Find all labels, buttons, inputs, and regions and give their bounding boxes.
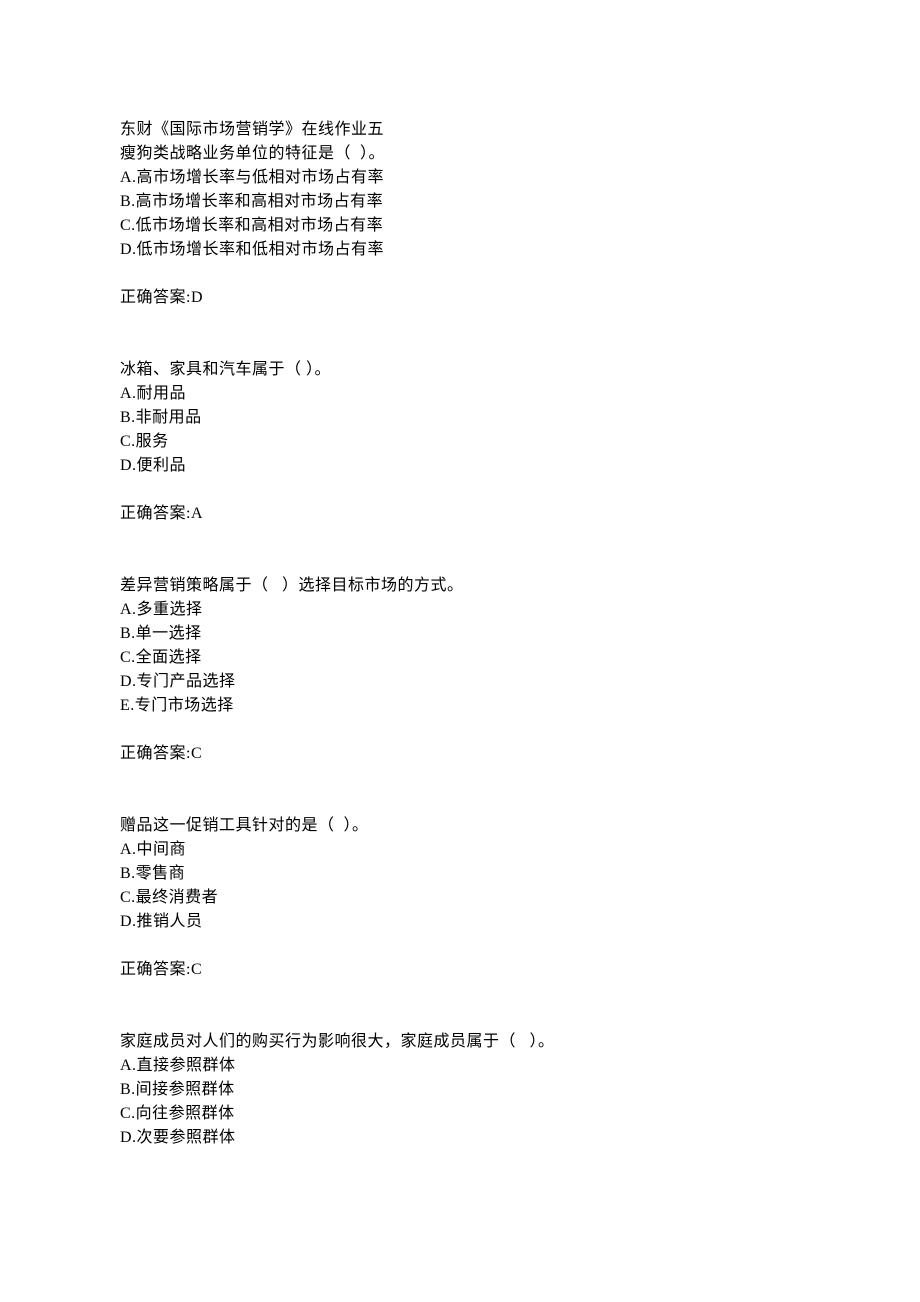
option: E.专门市场选择 (120, 694, 800, 718)
option: C.服务 (120, 430, 800, 454)
option: B.间接参照群体 (120, 1078, 800, 1102)
option: A.中间商 (120, 838, 800, 862)
option: A.直接参照群体 (120, 1054, 800, 1078)
document-title: 东财《国际市场营销学》在线作业五 (120, 118, 800, 142)
option: D.专门产品选择 (120, 670, 800, 694)
answer: 正确答案:C (120, 958, 800, 982)
question-block-3: 差异营销策略属于（ ）选择目标市场的方式。 A.多重选择 B.单一选择 C.全面… (120, 574, 800, 766)
option: B.非耐用品 (120, 406, 800, 430)
blank-line (120, 934, 800, 958)
option: D.便利品 (120, 454, 800, 478)
option: B.零售商 (120, 862, 800, 886)
option: A.耐用品 (120, 382, 800, 406)
option: D.推销人员 (120, 910, 800, 934)
option: B.高市场增长率和高相对市场占有率 (120, 190, 800, 214)
question-block-2: 冰箱、家具和汽车属于（ ）。 A.耐用品 B.非耐用品 C.服务 D.便利品 正… (120, 358, 800, 526)
option: A.高市场增长率与低相对市场占有率 (120, 166, 800, 190)
question-block-5: 家庭成员对人们的购买行为影响很大，家庭成员属于（ ）。 A.直接参照群体 B.间… (120, 1030, 800, 1150)
question-stem: 冰箱、家具和汽车属于（ ）。 (120, 358, 800, 382)
answer: 正确答案:D (120, 286, 800, 310)
question-stem: 差异营销策略属于（ ）选择目标市场的方式。 (120, 574, 800, 598)
question-stem: 家庭成员对人们的购买行为影响很大，家庭成员属于（ ）。 (120, 1030, 800, 1054)
question-block-4: 赠品这一促销工具针对的是（ ）。 A.中间商 B.零售商 C.最终消费者 D.推… (120, 814, 800, 982)
blank-line (120, 262, 800, 286)
blank-line (120, 718, 800, 742)
option: D.次要参照群体 (120, 1126, 800, 1150)
option: D.低市场增长率和低相对市场占有率 (120, 238, 800, 262)
option: B.单一选择 (120, 622, 800, 646)
document-page: 东财《国际市场营销学》在线作业五 瘦狗类战略业务单位的特征是（ ）。 A.高市场… (0, 0, 920, 1150)
blank-line (120, 478, 800, 502)
question-stem: 赠品这一促销工具针对的是（ ）。 (120, 814, 800, 838)
answer: 正确答案:A (120, 502, 800, 526)
option: C.低市场增长率和高相对市场占有率 (120, 214, 800, 238)
question-block-1: 东财《国际市场营销学》在线作业五 瘦狗类战略业务单位的特征是（ ）。 A.高市场… (120, 118, 800, 310)
option: A.多重选择 (120, 598, 800, 622)
option: C.全面选择 (120, 646, 800, 670)
option: C.最终消费者 (120, 886, 800, 910)
answer: 正确答案:C (120, 742, 800, 766)
question-stem: 瘦狗类战略业务单位的特征是（ ）。 (120, 142, 800, 166)
option: C.向往参照群体 (120, 1102, 800, 1126)
